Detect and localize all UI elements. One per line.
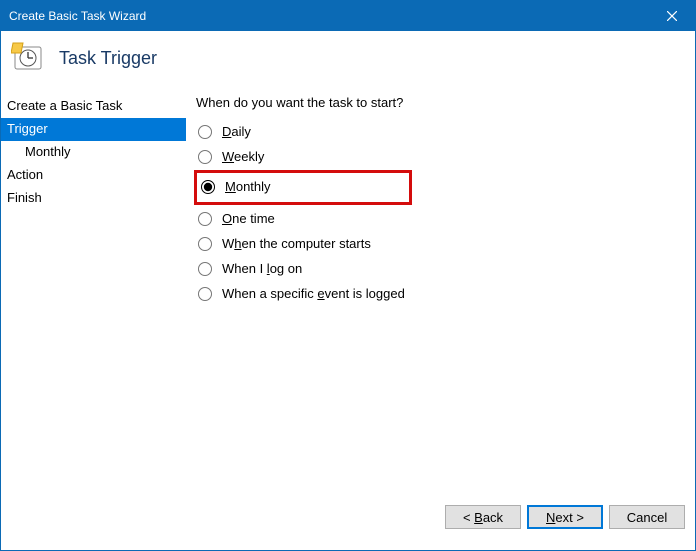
sidebar-step-trigger[interactable]: Trigger [1,118,186,141]
trigger-radio-4[interactable] [198,237,212,251]
trigger-option-label: Monthly [225,179,271,194]
close-button[interactable] [649,1,695,31]
sidebar-step-create-a-basic-task[interactable]: Create a Basic Task [1,95,186,118]
task-scheduler-icon [11,41,45,75]
trigger-options: Daily Weekly Monthly One time When the compu… [196,120,675,305]
trigger-option-5[interactable]: When I log on [196,257,675,280]
sidebar-step-monthly[interactable]: Monthly [1,141,186,164]
close-icon [667,11,677,21]
trigger-radio-1[interactable] [198,150,212,164]
wizard-content: When do you want the task to start? Dail… [186,91,695,501]
sidebar-step-action[interactable]: Action [1,164,186,187]
trigger-option-6[interactable]: When a specific event is logged [196,282,675,305]
trigger-option-1[interactable]: Weekly [196,145,675,168]
wizard-footer: < Back Next > Cancel [1,501,695,541]
trigger-radio-3[interactable] [198,212,212,226]
wizard-header: Task Trigger [1,31,695,91]
trigger-option-2[interactable]: Monthly [199,175,407,198]
trigger-option-4[interactable]: When the computer starts [196,232,675,255]
trigger-question: When do you want the task to start? [196,95,675,110]
sidebar-step-finish[interactable]: Finish [1,187,186,210]
trigger-option-0[interactable]: Daily [196,120,675,143]
trigger-option-label: When I log on [222,261,302,276]
trigger-radio-6[interactable] [198,287,212,301]
wizard-body: Create a Basic TaskTriggerMonthlyActionF… [1,91,695,501]
cancel-button[interactable]: Cancel [609,505,685,529]
trigger-option-label: Weekly [222,149,264,164]
next-button[interactable]: Next > [527,505,603,529]
trigger-option-label: Daily [222,124,251,139]
trigger-option-label: When the computer starts [222,236,371,251]
window-title: Create Basic Task Wizard [9,9,146,23]
trigger-radio-5[interactable] [198,262,212,276]
trigger-radio-2[interactable] [201,180,215,194]
trigger-radio-0[interactable] [198,125,212,139]
back-button[interactable]: < Back [445,505,521,529]
page-title: Task Trigger [59,48,157,69]
wizard-steps-sidebar: Create a Basic TaskTriggerMonthlyActionF… [1,91,186,501]
trigger-option-label: One time [222,211,275,226]
trigger-option-3[interactable]: One time [196,207,675,230]
trigger-option-label: When a specific event is logged [222,286,405,301]
titlebar: Create Basic Task Wizard [1,1,695,31]
